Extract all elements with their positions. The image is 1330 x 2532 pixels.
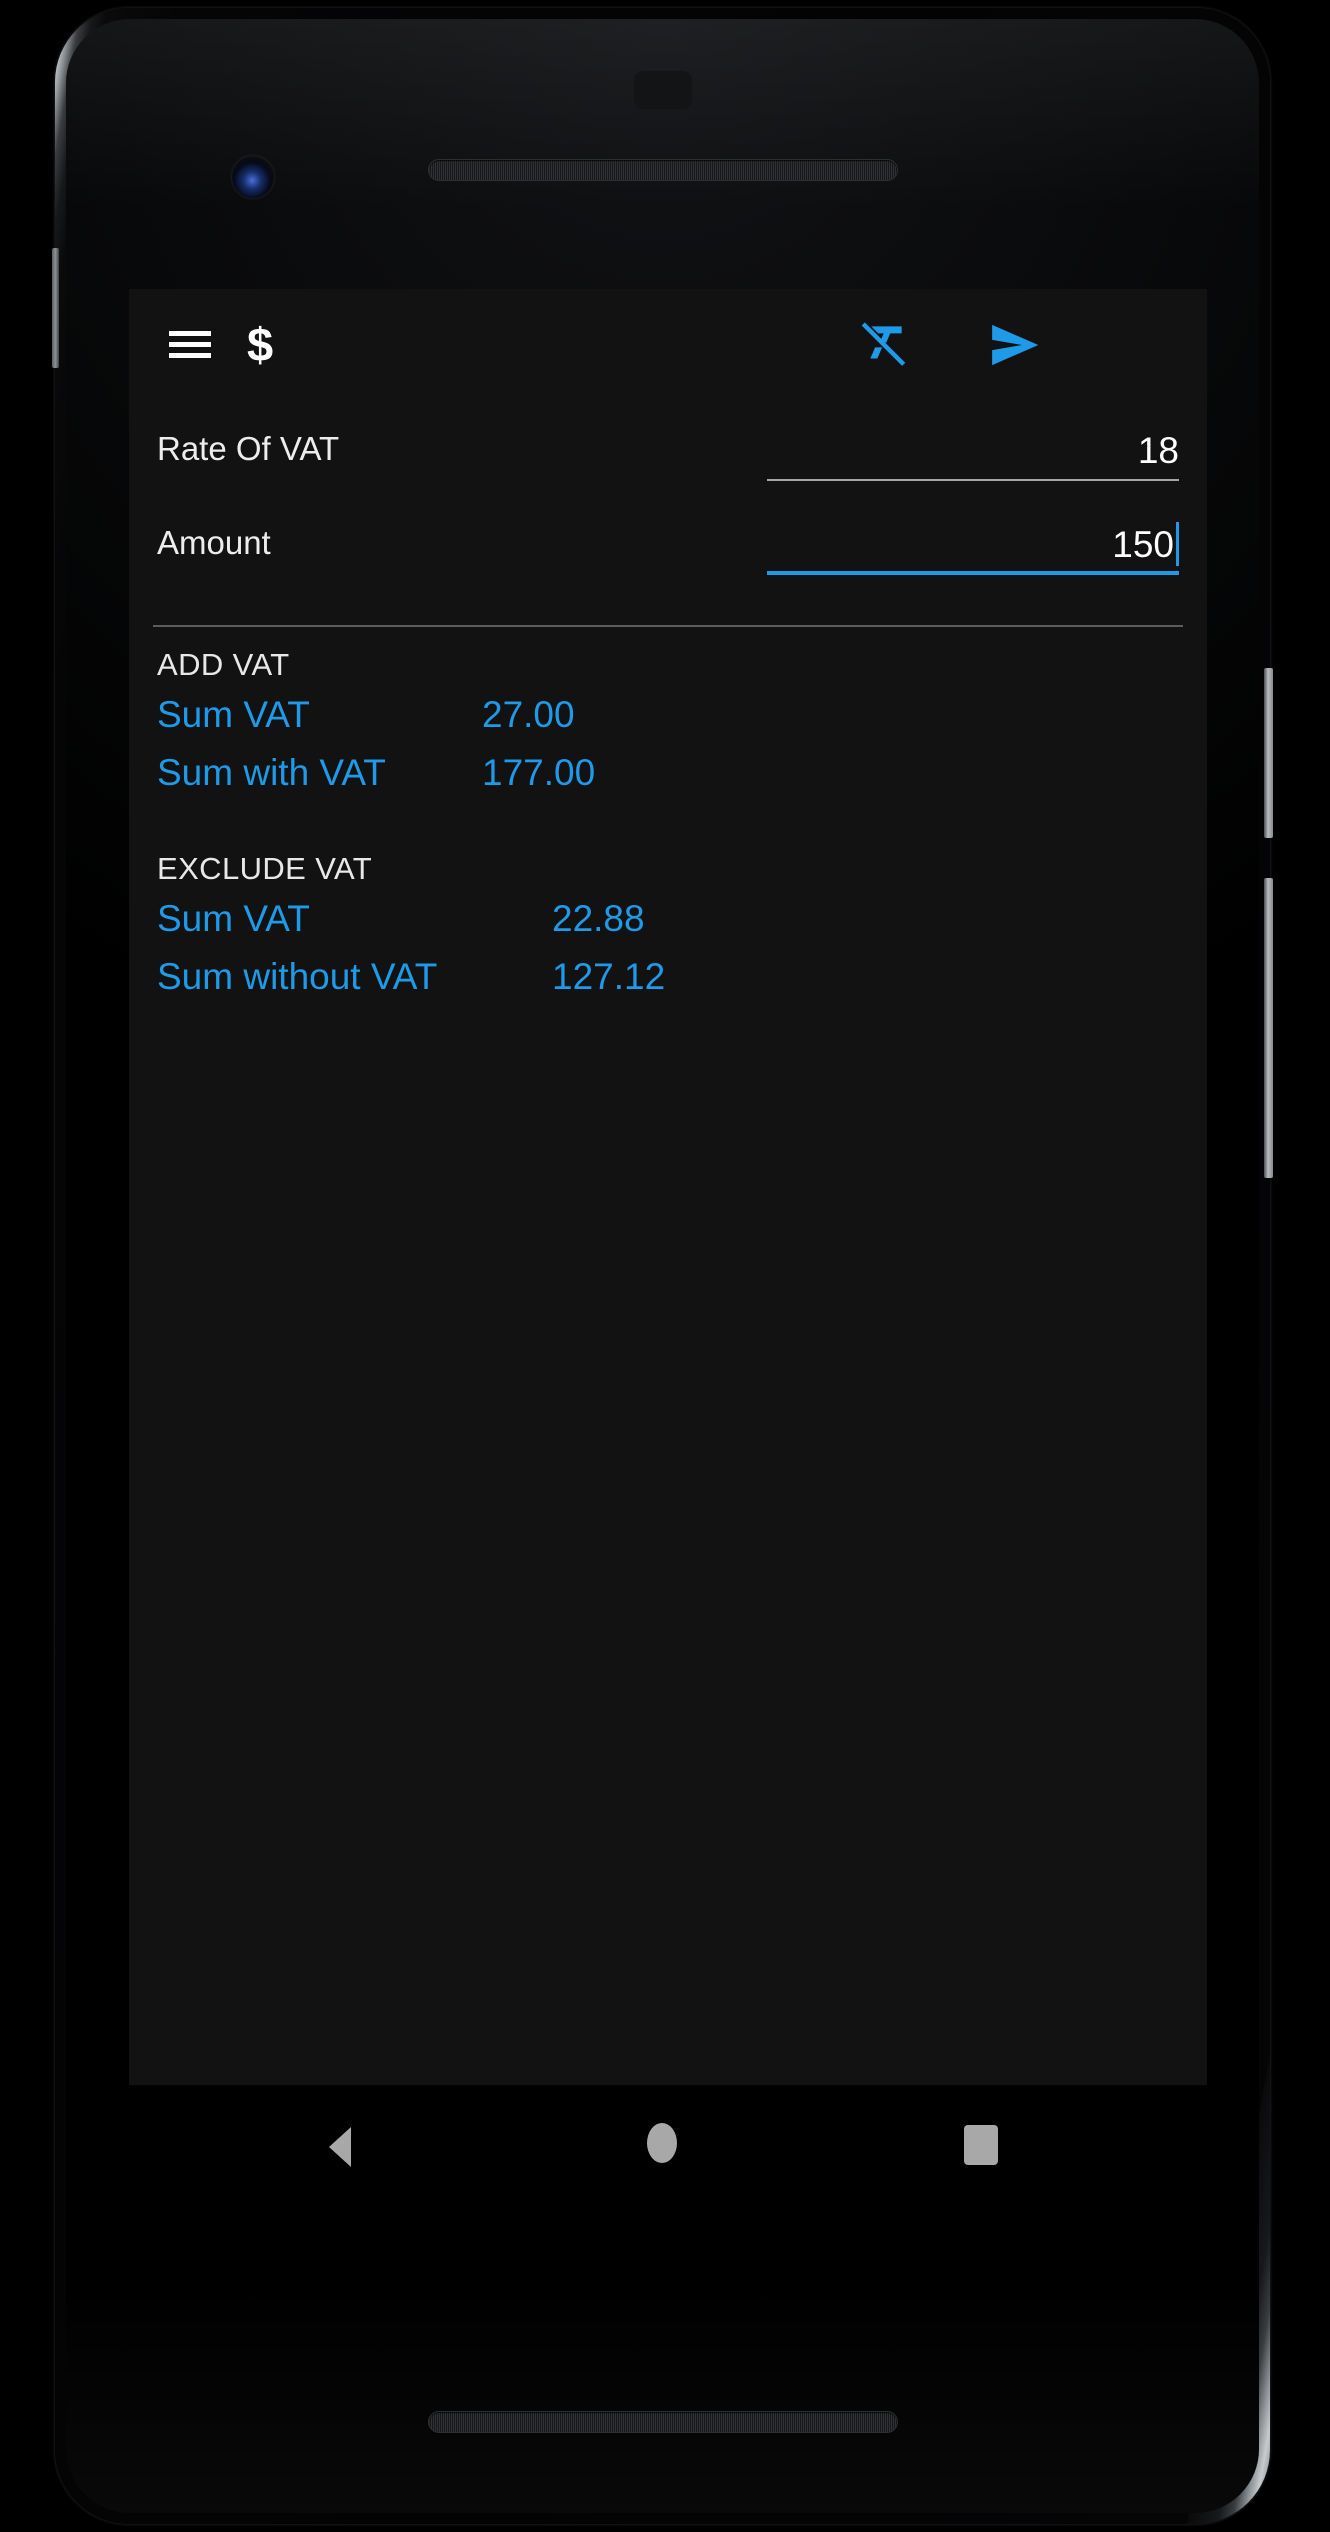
exclude-vat-rows: Sum VAT 22.88 Sum without VAT 127.12 (157, 891, 1207, 1007)
glass-reflection-bottom (66, 2283, 1259, 2513)
exclude-sum-without-vat-value: 127.12 (552, 956, 666, 997)
rate-of-vat-label: Rate Of VAT (157, 430, 340, 467)
phone-side-button-left[interactable] (52, 248, 59, 368)
phone-power-button[interactable] (1264, 668, 1273, 838)
add-sum-with-vat-label: Sum with VAT (157, 752, 386, 793)
app-screen: $ Rate Of VAT 18 Amount 150 ADD VAT Sum … (129, 289, 1207, 2085)
earpiece-speaker (427, 159, 898, 181)
section-divider (153, 625, 1183, 627)
rate-of-vat-input[interactable]: 18 (767, 419, 1179, 481)
recents-square-icon[interactable] (964, 2125, 998, 2165)
amount-value-wrap: 150 (1112, 522, 1179, 567)
add-vat-title: ADD VAT (157, 647, 290, 682)
exclude-vat-section: EXCLUDE VAT Sum VAT 22.88 Sum without VA… (157, 847, 1207, 1007)
phone-volume-button[interactable] (1264, 878, 1273, 1178)
field-row-rate-of-vat: Rate Of VAT 18 (157, 401, 1179, 495)
text-caret (1176, 522, 1179, 566)
amount-label: Amount (157, 524, 271, 561)
menu-bar-1 (169, 331, 211, 336)
result-row: Sum without VAT 127.12 (157, 949, 1207, 1007)
phone-frame: $ Rate Of VAT 18 Amount 150 ADD VAT Sum … (52, 8, 1273, 2524)
result-row: Sum VAT 22.88 (157, 891, 1207, 949)
result-row: Sum with VAT 177.00 (157, 745, 1207, 803)
android-navigation-bar (129, 2085, 1207, 2201)
app-title: $ (247, 318, 274, 371)
result-row: Sum VAT 27.00 (157, 687, 1207, 745)
add-vat-rows: Sum VAT 27.00 Sum with VAT 177.00 (157, 687, 1207, 803)
front-camera-icon (232, 156, 274, 198)
menu-bar-3 (169, 353, 211, 358)
home-circle-icon[interactable] (647, 2123, 677, 2163)
send-icon[interactable] (985, 317, 1045, 373)
add-sum-vat-value: 27.00 (482, 694, 575, 735)
add-sum-vat-label: Sum VAT (157, 694, 310, 735)
back-triangle-icon[interactable] (329, 2127, 351, 2167)
hamburger-menu-icon[interactable] (169, 329, 211, 361)
phone-glass: $ Rate Of VAT 18 Amount 150 ADD VAT Sum … (66, 19, 1259, 2513)
amount-value: 150 (1112, 524, 1174, 565)
proximity-sensor (633, 71, 692, 109)
bottom-speaker (427, 2411, 898, 2433)
menu-bar-2 (169, 342, 211, 347)
field-row-amount: Amount 150 (157, 495, 1179, 589)
exclude-sum-vat-label: Sum VAT (157, 898, 310, 939)
exclude-vat-title: EXCLUDE VAT (157, 851, 373, 886)
exclude-sum-vat-value: 22.88 (552, 898, 645, 939)
amount-input[interactable]: 150 (767, 513, 1179, 575)
clear-formatting-icon[interactable] (855, 317, 911, 373)
rate-of-vat-value: 18 (1137, 430, 1179, 471)
add-vat-section: ADD VAT Sum VAT 27.00 Sum with VAT 177.0… (157, 643, 1207, 803)
amount-underline (767, 571, 1179, 575)
add-sum-with-vat-value: 177.00 (482, 752, 596, 793)
rate-of-vat-underline (767, 479, 1179, 481)
exclude-sum-without-vat-label: Sum without VAT (157, 956, 438, 997)
send-glyph (992, 324, 1039, 366)
vat-form: Rate Of VAT 18 Amount 150 (129, 401, 1207, 589)
app-bar: $ (129, 289, 1207, 401)
clear-formatting-glyph (861, 322, 906, 366)
